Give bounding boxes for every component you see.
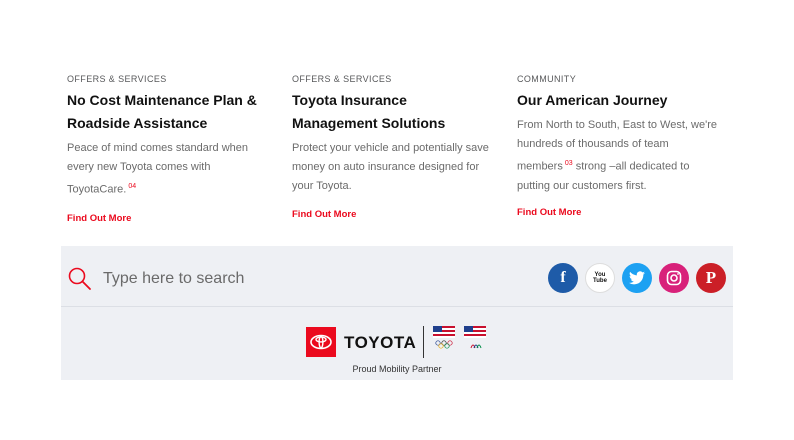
feature-cards: OFFERS & SERVICES No Cost Maintenance Pl… (0, 0, 794, 240)
search-icon[interactable] (67, 266, 93, 292)
card-description: From North to South, East to West, we're… (517, 116, 717, 196)
card-description: Peace of mind comes standard when every … (67, 139, 267, 200)
footer: f You Tube twitter instagram P (61, 246, 733, 380)
card-title[interactable]: Toyota Insurance Management Solutions (292, 89, 492, 135)
footnote-marker[interactable]: 03 (565, 160, 573, 167)
pinterest-icon[interactable]: P (696, 263, 726, 293)
toyota-wordmark: TOYOTA (344, 333, 417, 352)
card-eyebrow: OFFERS & SERVICES (292, 74, 392, 84)
find-out-more-link[interactable]: Find Out More (517, 207, 581, 218)
team-usa-paralympic-icon (464, 326, 486, 349)
card-title[interactable]: No Cost Maintenance Plan & Roadside Assi… (67, 89, 267, 135)
twitter-icon[interactable]: twitter (622, 263, 652, 293)
pinterest-glyph: P (705, 268, 717, 287)
youtube-glyph: You Tube (593, 272, 607, 284)
card-title[interactable]: Our American Journey (517, 89, 717, 112)
card-eyebrow: COMMUNITY (517, 74, 577, 84)
instagram-camera-icon (666, 270, 682, 286)
search-input[interactable] (103, 266, 403, 292)
card-american-journey: COMMUNITY Our American Journey From Nort… (517, 74, 717, 220)
brand-lockup: TOYOTA (306, 326, 496, 358)
facebook-icon[interactable]: f (548, 263, 578, 293)
find-out-more-link[interactable]: Find Out More (67, 213, 131, 224)
team-usa-olympic-icon (433, 326, 455, 349)
twitter-bird-icon (629, 271, 645, 285)
card-eyebrow: OFFERS & SERVICES (67, 74, 167, 84)
instagram-icon[interactable]: instagram (659, 263, 689, 293)
find-out-more-link[interactable]: Find Out More (292, 209, 356, 220)
card-description-text: Peace of mind comes standard when every … (67, 142, 248, 196)
footnote-marker[interactable]: 04 (128, 183, 136, 190)
youtube-icon[interactable]: You Tube (585, 263, 615, 293)
brand-divider (423, 326, 424, 358)
brand-tagline: Proud Mobility Partner (352, 364, 442, 374)
search-bar: f You Tube twitter instagram P (61, 246, 733, 307)
facebook-glyph: f (560, 269, 566, 286)
card-description: Protect your vehicle and potentially sav… (292, 142, 489, 192)
card-maintenance: OFFERS & SERVICES No Cost Maintenance Pl… (67, 74, 267, 226)
toyota-logo-icon[interactable] (306, 327, 336, 357)
card-insurance: OFFERS & SERVICES Toyota Insurance Manag… (292, 74, 492, 222)
